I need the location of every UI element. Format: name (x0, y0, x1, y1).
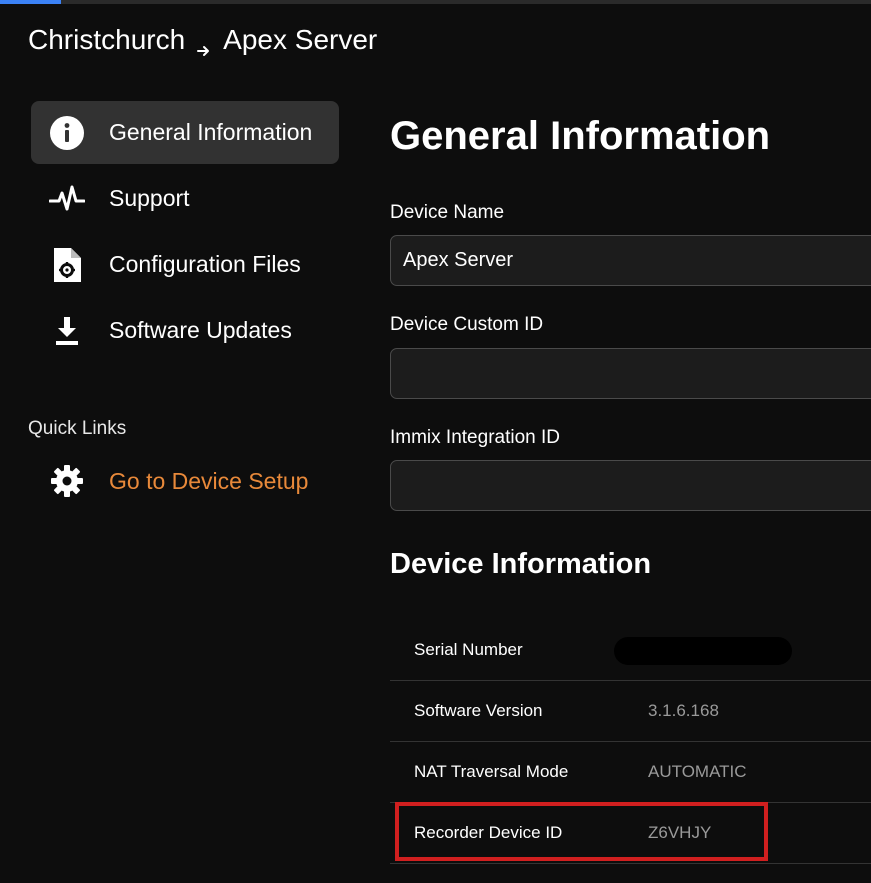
device-custom-id-input[interactable] (390, 348, 871, 399)
sidebar-item-general-information[interactable]: General Information (31, 101, 339, 164)
go-to-device-setup-link[interactable]: Go to Device Setup (31, 451, 339, 511)
device-name-label: Device Name (390, 202, 505, 223)
sidebar-item-label: Software Updates (109, 317, 292, 343)
row-value: Z6VHJY (648, 823, 712, 842)
breadcrumb: Christchurch Apex Server (28, 24, 377, 56)
immix-integration-id-label: Immix Integration ID (390, 427, 560, 448)
row-key: Serial Number (414, 640, 523, 659)
sidebar-item-software-updates[interactable]: Software Updates (31, 299, 339, 362)
sidebar-item-configuration-files[interactable]: Configuration Files (31, 233, 339, 296)
top-progress-bar (0, 0, 61, 4)
device-information-title: Device Information (390, 548, 652, 580)
table-row-software-version: Software Version 3.1.6.168 (390, 681, 871, 742)
file-gear-icon (49, 247, 85, 283)
breadcrumb-device: Apex Server (223, 24, 378, 55)
sidebar: General Information Support Configuratio… (31, 101, 339, 365)
row-value: 3.1.6.168 (648, 701, 719, 720)
app-window: Christchurch Apex Server General Informa… (0, 0, 871, 883)
redaction-mark (614, 637, 792, 665)
device-name-input[interactable] (390, 235, 871, 286)
immix-integration-id-input[interactable] (390, 460, 871, 511)
row-value: AUTOMATIC (648, 762, 747, 781)
download-icon (49, 313, 85, 349)
page-title: General Information (390, 114, 771, 158)
info-circle-icon (49, 115, 85, 151)
quick-links-title: Quick Links (28, 418, 127, 439)
device-custom-id-label: Device Custom ID (390, 314, 544, 335)
gear-icon (49, 463, 85, 499)
sidebar-item-label: General Information (109, 119, 313, 145)
arrow-right-icon (197, 33, 211, 56)
device-info-table: Serial Number Software Version 3.1.6.168… (390, 620, 871, 864)
row-key: Software Version (414, 701, 543, 720)
sidebar-item-label: Configuration Files (109, 251, 301, 277)
sidebar-item-support[interactable]: Support (31, 167, 339, 230)
breadcrumb-location[interactable]: Christchurch (28, 24, 185, 56)
table-row-serial-number: Serial Number (390, 620, 871, 681)
quick-link-label: Go to Device Setup (109, 467, 309, 494)
table-row-nat-traversal-mode: NAT Traversal Mode AUTOMATIC (390, 742, 871, 803)
row-key: NAT Traversal Mode (414, 762, 569, 781)
top-progress-track (0, 0, 871, 4)
row-key: Recorder Device ID (414, 823, 563, 842)
pulse-icon (49, 181, 85, 217)
sidebar-item-label: Support (109, 185, 190, 211)
table-row-recorder-device-id: Recorder Device ID Z6VHJY (390, 803, 871, 864)
